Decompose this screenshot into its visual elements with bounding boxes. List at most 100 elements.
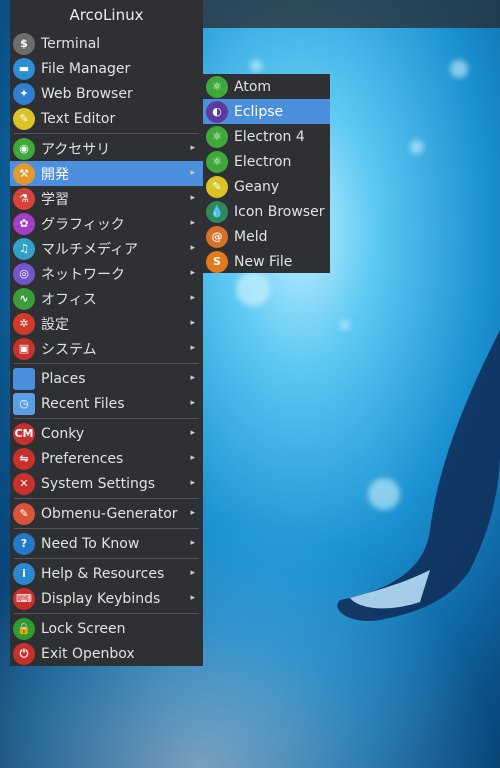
menu-item-label: Icon Browser [234, 203, 325, 220]
menu-separator [14, 363, 199, 364]
submenu-arrow-icon: ▸ [190, 568, 195, 578]
menu-separator [14, 133, 199, 134]
menu-item-office[interactable]: ∿ オフィス ▸ [10, 286, 203, 311]
menu-item-text-editor[interactable]: ✎ Text Editor [10, 106, 203, 131]
menu-item-new-file[interactable]: S New File [203, 249, 330, 274]
menu-item-label: Text Editor [41, 110, 116, 127]
settings-icon: ✲ [13, 312, 35, 335]
submenu-arrow-icon: ▸ [190, 428, 195, 438]
system-settings-icon: ✕ [13, 472, 35, 495]
menu-item-label: Obmenu-Generator [41, 505, 178, 522]
accessories-icon: ◉ [13, 137, 35, 160]
keyboard-icon: ⌨ [13, 587, 35, 610]
menu-item-network[interactable]: ◎ ネットワーク ▸ [10, 261, 203, 286]
menu-item-label: グラフィック [41, 216, 125, 233]
menu-title: ArcoLinux [69, 6, 144, 24]
submenu-arrow-icon: ▸ [190, 193, 195, 203]
geany-icon: ✎ [206, 175, 228, 198]
menu-item-meld[interactable]: @ Meld [203, 224, 330, 249]
menu-item-lock-screen[interactable]: 🔒 Lock Screen [10, 616, 203, 641]
menu-item-system-settings[interactable]: ✕ System Settings ▸ [10, 471, 203, 496]
submenu-arrow-icon: ▸ [190, 268, 195, 278]
menu-item-file-manager[interactable]: ▬ File Manager [10, 56, 203, 81]
menu-item-web-browser[interactable]: ✦ Web Browser [10, 81, 203, 106]
menu-separator [14, 613, 199, 614]
menu-item-label: Meld [234, 228, 268, 245]
menu-item-label: Electron [234, 153, 292, 170]
icon-browser-icon: 💧 [206, 200, 228, 223]
menu-item-multimedia[interactable]: ♫ マルチメディア ▸ [10, 236, 203, 261]
menu-item-obmenu-generator[interactable]: ✎ Obmenu-Generator ▸ [10, 501, 203, 526]
menu-item-label: マルチメディア [41, 241, 139, 258]
submenu-arrow-icon: ▸ [190, 398, 195, 408]
menu-separator [14, 528, 199, 529]
terminal-icon: $ [13, 32, 35, 55]
menu-item-label: Atom [234, 78, 272, 95]
recent-files-folder-icon: ◷ [13, 392, 35, 415]
submenu-arrow-icon: ▸ [190, 373, 195, 383]
menu-item-development[interactable]: ⚒ 開発 ▸ [10, 161, 203, 186]
submenu-arrow-icon: ▸ [190, 293, 195, 303]
menu-item-conky[interactable]: CM Conky ▸ [10, 421, 203, 446]
menu-item-label: Display Keybinds [41, 590, 161, 607]
menu-separator [14, 558, 199, 559]
menu-item-label: Exit Openbox [41, 645, 135, 662]
office-icon: ∿ [13, 287, 35, 310]
menu-item-preferences[interactable]: ⇋ Preferences ▸ [10, 446, 203, 471]
menu-item-need-to-know[interactable]: ? Need To Know ▸ [10, 531, 203, 556]
menu-item-exit-openbox[interactable]: ⏻ Exit Openbox [10, 641, 203, 666]
menu-item-label: ネットワーク [41, 266, 125, 283]
submenu-arrow-icon: ▸ [190, 243, 195, 253]
menu-item-label: File Manager [41, 60, 131, 77]
submenu-arrow-icon: ▸ [190, 453, 195, 463]
menu-item-label: Need To Know [41, 535, 140, 552]
menu-item-icon-browser[interactable]: 💧 Icon Browser [203, 199, 330, 224]
development-icon: ⚒ [13, 162, 35, 185]
menu-item-electron-4[interactable]: ⚛ Electron 4 [203, 124, 330, 149]
menu-item-label: Places [41, 370, 86, 387]
menu-item-label: 設定 [41, 316, 69, 333]
menu-item-graphics[interactable]: ✿ グラフィック ▸ [10, 211, 203, 236]
development-submenu: ⚛ Atom ◐ Eclipse ⚛ Electron 4 ⚛ Electron ✎ Geany 💧… [203, 74, 330, 273]
text-editor-icon: ✎ [13, 107, 35, 130]
submenu-arrow-icon: ▸ [190, 218, 195, 228]
submenu-arrow-icon: ▸ [190, 168, 195, 178]
conky-icon: CM [13, 422, 35, 445]
menu-item-places[interactable]: Places ▸ [10, 366, 203, 391]
web-browser-icon: ✦ [13, 82, 35, 105]
menu-item-atom[interactable]: ⚛ Atom [203, 74, 330, 99]
network-icon: ◎ [13, 262, 35, 285]
menu-item-eclipse[interactable]: ◐ Eclipse [203, 99, 330, 124]
obmenu-generator-icon: ✎ [13, 502, 35, 525]
new-file-icon: S [206, 250, 228, 273]
menu-item-label: Eclipse [234, 103, 284, 120]
menu-item-label: Recent Files [41, 395, 125, 412]
submenu-arrow-icon: ▸ [190, 508, 195, 518]
menu-item-education[interactable]: ⚗ 学習 ▸ [10, 186, 203, 211]
menu-item-accessories[interactable]: ◉ アクセサリ ▸ [10, 136, 203, 161]
menu-item-label: Preferences [41, 450, 124, 467]
menu-item-display-keybinds[interactable]: ⌨ Display Keybinds ▸ [10, 586, 203, 611]
menu-item-help-resources[interactable]: i Help & Resources ▸ [10, 561, 203, 586]
system-icon: ▣ [13, 337, 35, 360]
submenu-arrow-icon: ▸ [190, 343, 195, 353]
menu-item-geany[interactable]: ✎ Geany [203, 174, 330, 199]
help-resources-icon: i [13, 562, 35, 585]
places-folder-icon [13, 367, 35, 390]
electron-icon: ⚛ [206, 150, 228, 173]
menu-item-electron[interactable]: ⚛ Electron [203, 149, 330, 174]
submenu-arrow-icon: ▸ [190, 143, 195, 153]
power-icon: ⏻ [13, 642, 35, 665]
menu-separator [14, 498, 199, 499]
submenu-arrow-icon: ▸ [190, 593, 195, 603]
menu-item-label: New File [234, 253, 293, 270]
menu-item-terminal[interactable]: $ Terminal [10, 31, 203, 56]
menu-item-recent-files[interactable]: ◷ Recent Files ▸ [10, 391, 203, 416]
menu-item-settings[interactable]: ✲ 設定 ▸ [10, 311, 203, 336]
menu-item-system[interactable]: ▣ システム ▸ [10, 336, 203, 361]
menu-item-label: System Settings [41, 475, 156, 492]
menu-item-label: Electron 4 [234, 128, 305, 145]
submenu-arrow-icon: ▸ [190, 478, 195, 488]
menu-item-label: アクセサリ [41, 141, 111, 158]
menu-item-label: システム [41, 341, 97, 358]
